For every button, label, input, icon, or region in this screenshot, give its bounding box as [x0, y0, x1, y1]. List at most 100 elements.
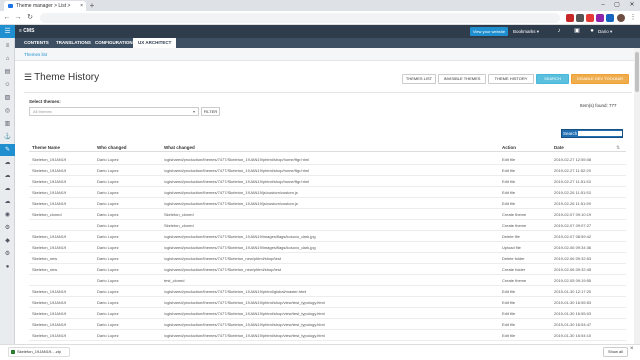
cell-what-changed[interactable]: /cgishared/production/themes/7477/Skelet… [164, 176, 494, 187]
sidebar-truck-icon[interactable]: ◆ [0, 235, 15, 247]
forward-icon[interactable]: → [13, 13, 23, 23]
cell-theme-name: Skeleton_19JAN19 [32, 311, 67, 316]
reload-icon[interactable]: ↻ [25, 13, 35, 23]
sidebar-gear-icon[interactable]: ⚙ [0, 222, 15, 234]
download-item[interactable]: Skeleton_19JAN19....zip [8, 347, 70, 357]
cms-logo[interactable]: ≡ CMS [19, 25, 34, 38]
theme-history-button[interactable]: THEME HISTORY [488, 74, 534, 84]
cell-what-changed[interactable]: test_cloned [164, 275, 494, 286]
cell-what-changed[interactable]: /cgishared/production/themes/7477/Skelet… [164, 264, 494, 275]
address-bar[interactable] [40, 13, 560, 23]
cell-what-changed[interactable]: /cgishared/production/themes/7477/Skelet… [164, 231, 494, 242]
themes-list-button[interactable]: THEMES LIST [402, 74, 436, 84]
close-window-button[interactable]: ✕ [625, 0, 639, 11]
tab-close-icon[interactable]: × [80, 1, 83, 11]
cell-what-changed[interactable]: /cgishared/production/themes/7477/Skelet… [164, 154, 494, 165]
cart-icon[interactable]: ▣ [571, 25, 583, 38]
back-icon[interactable]: ← [2, 13, 12, 23]
maximize-button[interactable]: ▢ [610, 0, 624, 11]
new-tab-button[interactable]: + [88, 0, 96, 11]
cell-date: 2019-02-05 09:19:55 [554, 278, 592, 283]
extension-icon[interactable] [576, 14, 584, 22]
cell-what-changed[interactable]: /cgishared/production/themes/7477/Skelet… [164, 286, 494, 297]
cell-date: 2019-02-07 09:10:19 [554, 212, 592, 217]
cell-action: Edit file [502, 179, 516, 184]
sidebar-cart-icon[interactable]: ▤ [0, 66, 15, 78]
scrollbar[interactable] [634, 48, 640, 344]
cell-theme-name: Skeleton_new [32, 256, 58, 261]
column-header-action[interactable]: Action [502, 143, 516, 152]
sidebar-image-icon[interactable]: ▨ [0, 92, 15, 104]
sidebar-home-icon[interactable]: ⌂ [0, 53, 15, 65]
sidebar-chart-icon[interactable]: ▥ [0, 118, 15, 130]
view-website-button[interactable]: View your website [470, 27, 508, 36]
tab-configuration[interactable]: CONFIGURATION [90, 38, 138, 48]
cell-who-changed: Dario Lopez [97, 212, 119, 217]
sidebar-anchor-icon[interactable]: ⚓ [0, 131, 15, 143]
cell-action: Upload file [502, 245, 521, 250]
sidebar-cloud-icon[interactable]: ☁ [0, 157, 15, 169]
cell-theme-name: Skeleton_new [32, 267, 58, 272]
sidebar-edit-icon[interactable]: ✎ [0, 144, 15, 156]
sidebar-eye-icon[interactable]: ◉ [0, 209, 15, 221]
tab-ux-architect[interactable]: UX ARCHITECT [133, 38, 177, 48]
browser-tab[interactable]: Theme manager > List > × [4, 1, 86, 11]
cell-theme-name: Skeleton_19JAN19 [32, 168, 67, 173]
table-row: Skeleton_19JAN19 Dario Lopez/cgishared/pr… [29, 286, 626, 297]
hamburger-menu-icon[interactable]: ☰ [0, 25, 15, 38]
cell-date: 2019-01-30 16:55:53 [554, 300, 592, 305]
cell-theme-name: Skeleton_19JAN19 [32, 157, 67, 162]
sidebar-users-icon[interactable]: ☺ [0, 79, 15, 91]
close-downloads-icon[interactable]: × [630, 346, 634, 352]
show-all-button[interactable]: Show all [603, 347, 628, 357]
cell-who-changed: Dario Lopez [97, 190, 119, 195]
cell-what-changed[interactable]: /cgishared/production/themes/7477/Skelet… [164, 187, 494, 198]
breadcrumb[interactable]: Themes list [24, 48, 47, 61]
cell-what-changed[interactable]: /cgishared/production/themes/7477/Skelet… [164, 308, 494, 319]
cell-action: Edit file [502, 157, 516, 162]
cell-what-changed[interactable]: /cgishared/production/themes/7477/Skelet… [164, 253, 494, 264]
extension-icon[interactable] [596, 14, 604, 22]
scrollbar-thumb[interactable] [635, 52, 639, 92]
cell-what-changed[interactable]: /cgishared/production/themes/7477/Skelet… [164, 297, 494, 308]
search-input[interactable] [578, 131, 622, 136]
filter-button[interactable]: FILTER [201, 107, 220, 116]
cell-what-changed[interactable]: /cgishared/production/themes/7477/Skelet… [164, 319, 494, 330]
cell-what-changed[interactable]: /cgishared/production/themes/7477/Skelet… [164, 330, 494, 341]
extension-icon[interactable] [606, 14, 614, 22]
profile-avatar[interactable] [617, 14, 625, 22]
cell-action: Edit file [502, 289, 516, 294]
extension-icon[interactable] [566, 14, 574, 22]
disable-dev-toolbar-button[interactable]: DISABLE DEV TOOLBAR [571, 74, 629, 84]
cell-what-changed[interactable]: Skeleton_cloned [164, 209, 494, 220]
column-header-who-changed[interactable]: Who changed [97, 143, 127, 152]
sidebar-info-icon[interactable]: ● [0, 261, 15, 273]
table-row: Skeleton_new Dario Lopez/cgishared/produc… [29, 264, 626, 275]
invisible-themes-button[interactable]: INVISIBLE THEMES [438, 74, 486, 84]
sidebar-upload-icon[interactable]: ☁ [0, 170, 15, 182]
bookmarks-dropdown[interactable]: Bookmarks ▾ [513, 25, 539, 38]
cell-action: Delete file [502, 234, 520, 239]
sidebar-download-icon[interactable]: ☁ [0, 183, 15, 195]
column-header-what-changed[interactable]: What changed [164, 143, 195, 152]
sidebar-globe-icon[interactable]: ◎ [0, 105, 15, 117]
menu-kebab-icon[interactable]: ⋮ [628, 13, 638, 23]
cell-what-changed[interactable]: /cgishared/production/themes/7477/Skelet… [164, 165, 494, 176]
themes-select[interactable]: All themes ▾ [29, 107, 199, 116]
cell-what-changed[interactable]: /cgishared/production/themes/7477/Skelet… [164, 242, 494, 253]
search-button[interactable]: SEARCH [536, 74, 569, 84]
minimize-button[interactable]: – [596, 0, 610, 11]
sort-icon[interactable]: ⇅ [616, 145, 620, 151]
tab-contents[interactable]: CONTENTS [19, 38, 54, 48]
sidebar-sync-icon[interactable]: ☁ [0, 196, 15, 208]
cell-action: Edit file [502, 333, 516, 338]
bell-icon[interactable]: ♪ [553, 25, 565, 38]
column-header-theme-name[interactable]: Theme Name [32, 143, 60, 152]
column-header-date[interactable]: Date [554, 143, 564, 152]
sidebar-hamburger-icon[interactable]: ≡ [0, 40, 15, 52]
user-menu[interactable]: Dario ▾ [598, 25, 612, 38]
sidebar-settings-icon[interactable]: ⚙ [0, 248, 15, 260]
extension-icon[interactable] [586, 14, 594, 22]
cell-what-changed[interactable]: Skeleton_cloned [164, 220, 494, 231]
cell-what-changed[interactable]: /cgishared/production/themes/7477/Skelet… [164, 198, 494, 209]
